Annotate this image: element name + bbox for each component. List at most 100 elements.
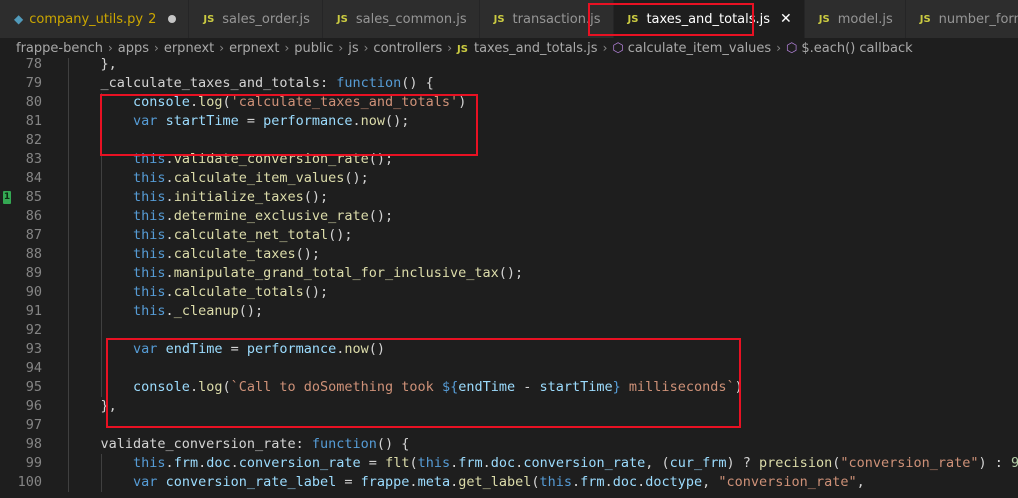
indent-guide bbox=[68, 131, 69, 150]
breadcrumb-item[interactable]: JS taxes_and_totals.js bbox=[457, 41, 598, 56]
code-token: . bbox=[604, 474, 613, 490]
code-token: ${ bbox=[441, 379, 459, 395]
code-line[interactable]: 79 _calculate_taxes_and_totals: function… bbox=[0, 74, 1018, 93]
code-text: this.validate_conversion_rate(); bbox=[68, 150, 393, 169]
indent-guide bbox=[100, 359, 102, 378]
tab-taxes-and-totals[interactable]: JS taxes_and_totals.js ✕ bbox=[613, 0, 805, 38]
code-token: = bbox=[336, 474, 361, 490]
code-token: ) ? bbox=[726, 455, 760, 471]
line-number: 93 bbox=[25, 341, 42, 357]
indent-guide bbox=[100, 226, 102, 245]
breadcrumb-item[interactable]: frappe-bench bbox=[16, 41, 103, 56]
breadcrumb-item[interactable]: js bbox=[348, 41, 358, 56]
line-number: 82 bbox=[25, 132, 42, 148]
code-token: performance bbox=[263, 113, 353, 129]
code-line[interactable]: 91 this._cleanup(); bbox=[0, 302, 1018, 321]
code-token: log bbox=[198, 379, 223, 395]
code-token: . bbox=[165, 208, 174, 224]
code-line[interactable]: 100 var conversion_rate_label = frappe.m… bbox=[0, 473, 1018, 492]
tab-number-format[interactable]: JS number_format.js bbox=[905, 0, 1018, 38]
indent-guide bbox=[68, 283, 69, 302]
code-token: this bbox=[133, 208, 166, 224]
indent-guide bbox=[68, 435, 69, 454]
code-token: ) : bbox=[978, 455, 1012, 471]
code-line[interactable]: 81 var startTime = performance.now(); bbox=[0, 112, 1018, 131]
line-number: 90 bbox=[25, 284, 42, 300]
tab-transaction[interactable]: JS transaction.js bbox=[479, 0, 614, 38]
code-line[interactable]: 92 bbox=[0, 321, 1018, 340]
code-text: this.frm.doc.conversion_rate = flt(this.… bbox=[68, 454, 1018, 473]
code-line[interactable]: 95 console.log(`Call to doSomething took… bbox=[0, 378, 1018, 397]
indent-guide bbox=[100, 131, 102, 150]
breadcrumb-label: js bbox=[348, 40, 359, 56]
breadcrumb-item[interactable]: ⬡ $.each() callback bbox=[786, 41, 913, 56]
tab-label: sales_order.js bbox=[222, 11, 310, 27]
indent-guide bbox=[68, 188, 69, 207]
code-line[interactable]: 90 this.calculate_totals(); bbox=[0, 283, 1018, 302]
code-token: }, bbox=[100, 398, 117, 414]
tab-model[interactable]: JS model.js bbox=[804, 0, 906, 38]
breadcrumb-item[interactable]: ⬡ calculate_item_values bbox=[612, 41, 771, 56]
code-token: var bbox=[133, 341, 158, 357]
code-token: endTime bbox=[458, 379, 516, 395]
code-line[interactable]: 83 this.validate_conversion_rate(); bbox=[0, 150, 1018, 169]
code-line[interactable]: 88 this.calculate_taxes(); bbox=[0, 245, 1018, 264]
method-cube-icon: ⬡ bbox=[786, 40, 798, 56]
code-token: flt bbox=[385, 455, 410, 471]
code-token: . bbox=[409, 474, 418, 490]
tab-sales-order[interactable]: JS sales_order.js bbox=[189, 0, 323, 38]
code-token: }, bbox=[100, 58, 117, 72]
code-text: var endTime = performance.now() bbox=[68, 340, 385, 359]
code-line[interactable]: 84 this.calculate_item_values(); bbox=[0, 169, 1018, 188]
code-token: cur_frm bbox=[669, 455, 727, 471]
breadcrumb-item[interactable]: controllers bbox=[373, 41, 442, 56]
line-number: 100 bbox=[17, 474, 42, 490]
tab-sales-common[interactable]: JS sales_common.js bbox=[322, 0, 480, 38]
breadcrumb-item[interactable]: erpnext bbox=[164, 41, 214, 56]
breadcrumb-label: $.each() callback bbox=[801, 40, 913, 56]
code-token: this bbox=[133, 284, 166, 300]
code-token: frm bbox=[580, 474, 605, 490]
code-line[interactable]: 86 this.determine_exclusive_rate(); bbox=[0, 207, 1018, 226]
code-token: calculate_item_values bbox=[173, 170, 345, 186]
code-editor[interactable]: 78 }, 79 _calculate_taxes_and_totals: fun… bbox=[0, 58, 1018, 498]
line-number: 91 bbox=[25, 303, 42, 319]
indent-guide bbox=[68, 74, 69, 93]
code-line[interactable]: 96 }, bbox=[0, 397, 1018, 416]
breadcrumb-item[interactable]: erpnext bbox=[229, 41, 279, 56]
code-line[interactable]: 78 }, bbox=[0, 58, 1018, 74]
js-file-icon: JS bbox=[919, 13, 931, 25]
code-line[interactable]: 93 var endTime = performance.now() bbox=[0, 340, 1018, 359]
code-line[interactable]: 85 this.initialize_taxes(); bbox=[0, 188, 1018, 207]
code-line[interactable]: 94 bbox=[0, 359, 1018, 378]
indent-guide bbox=[100, 302, 102, 321]
code-token: `Call to doSomething took bbox=[230, 379, 442, 395]
unsaved-dot-icon[interactable] bbox=[168, 15, 177, 23]
indent-guide bbox=[68, 416, 69, 435]
code-token: ) bbox=[458, 94, 467, 110]
code-text: console.log(`Call to doSomething took ${… bbox=[68, 378, 743, 397]
breadcrumb-label: apps bbox=[117, 40, 150, 56]
tab-company-utils[interactable]: ◆ company_utils.py 2 bbox=[0, 0, 190, 38]
code-line[interactable]: 98 validate_conversion_rate: function() … bbox=[0, 435, 1018, 454]
breadcrumb-item[interactable]: apps bbox=[118, 41, 149, 56]
code-line[interactable]: 87 this.calculate_net_total(); bbox=[0, 226, 1018, 245]
chevron-right-icon: › bbox=[154, 41, 159, 55]
code-line[interactable]: 82 bbox=[0, 131, 1018, 150]
code-line[interactable]: 89 this.manipulate_grand_total_for_inclu… bbox=[0, 264, 1018, 283]
indent-guide bbox=[100, 283, 102, 302]
code-token: ( bbox=[531, 474, 540, 490]
code-token: this bbox=[133, 265, 166, 281]
code-line[interactable]: 99 this.frm.doc.conversion_rate = flt(th… bbox=[0, 454, 1018, 473]
breadcrumb-item[interactable]: public bbox=[294, 41, 333, 56]
indent-guide bbox=[100, 112, 102, 131]
breadcrumb-label: calculate_item_values bbox=[627, 40, 772, 56]
code-line[interactable]: 97 bbox=[0, 416, 1018, 435]
breakpoint-marker-icon[interactable]: 1 bbox=[3, 191, 11, 204]
code-token: (); bbox=[328, 227, 353, 243]
close-tab-icon[interactable]: ✕ bbox=[780, 12, 792, 26]
code-token: 'calculate_taxes_and_totals' bbox=[230, 94, 459, 110]
code-token: calculate_taxes bbox=[173, 246, 296, 262]
code-line[interactable]: 80 console.log('calculate_taxes_and_tota… bbox=[0, 93, 1018, 112]
